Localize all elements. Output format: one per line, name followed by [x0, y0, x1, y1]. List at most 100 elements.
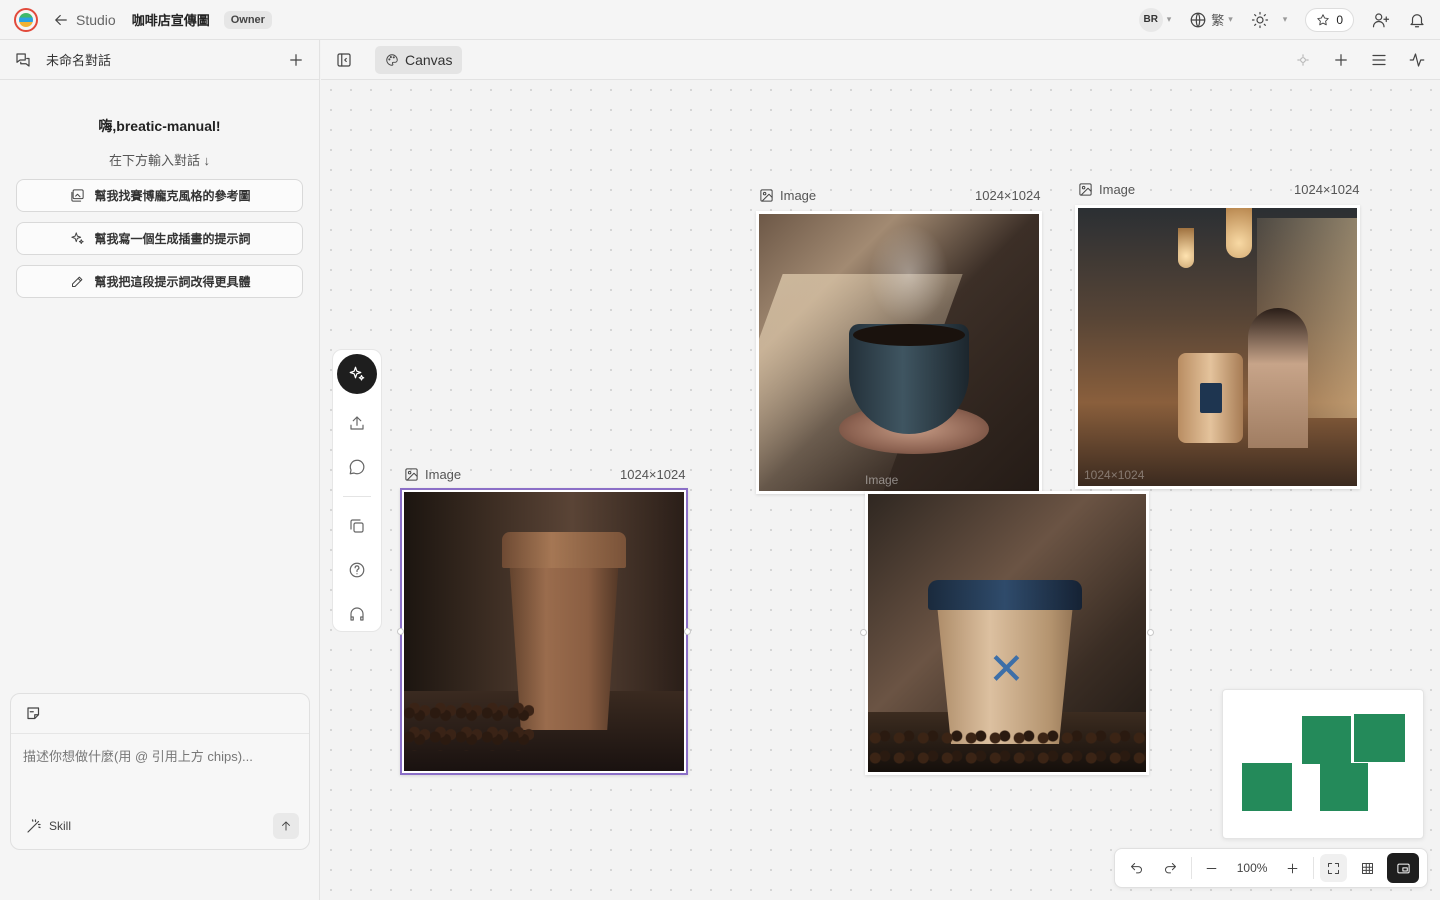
node-size: 1024×1024 — [620, 467, 686, 482]
palette-icon — [385, 53, 399, 67]
node-label-text: Image — [780, 188, 817, 203]
canvas-tool-rail — [332, 349, 382, 632]
cafe-interior-photo: 1024×1024 — [1078, 208, 1357, 486]
message-composer: 描述你想做什麼(用 @ 引用上方 chips)... Skill — [10, 693, 310, 850]
composer-toolbar — [11, 694, 309, 734]
plus-icon[interactable] — [1332, 51, 1350, 69]
sparkles-icon — [342, 359, 372, 389]
grid-toggle-button[interactable] — [1353, 854, 1381, 882]
star-icon — [1316, 13, 1330, 27]
redo-button[interactable] — [1157, 854, 1185, 882]
image-node-paper-cup[interactable] — [400, 488, 688, 775]
zoom-in-button[interactable] — [1279, 854, 1307, 882]
pencil-icon — [68, 273, 86, 291]
arrow-left-icon — [52, 11, 70, 29]
image-icon — [404, 467, 419, 482]
sun-icon — [1251, 11, 1269, 29]
globe-icon — [1189, 11, 1207, 29]
fit-view-button[interactable] — [1319, 854, 1348, 882]
arrow-up-icon — [277, 817, 295, 835]
conversations-icon[interactable] — [14, 51, 32, 69]
suggestion-chip[interactable]: 幫我找賽博龐克風格的參考圖 — [16, 179, 303, 212]
image-search-icon — [68, 187, 86, 205]
minimap-node — [1354, 714, 1405, 762]
greeting: 嗨,breatic-manual! — [98, 118, 221, 134]
greeting-sub: 在下方輸入對話 ↓ — [108, 153, 211, 168]
comment-icon[interactable] — [342, 452, 372, 482]
photo-watermark: Image — [865, 473, 899, 487]
skill-button[interactable]: Skill — [25, 817, 71, 835]
canvas-header: Canvas — [321, 40, 1440, 80]
tab-label: Canvas — [405, 51, 453, 68]
theme-menu[interactable]: ▾ — [1251, 11, 1288, 29]
resize-handle[interactable] — [684, 628, 691, 635]
chat-header: 未命名對話 — [0, 40, 319, 80]
sidebar-toggle-icon[interactable] — [335, 51, 353, 69]
back-to-studio-link[interactable]: Studio — [52, 11, 116, 29]
undo-icon — [1128, 859, 1146, 877]
conversation-title[interactable]: 未命名對話 — [46, 50, 111, 69]
star-button[interactable]: 0 — [1305, 7, 1354, 32]
resize-handle[interactable] — [860, 629, 867, 636]
menu-icon[interactable] — [1370, 51, 1388, 69]
back-label: Studio — [76, 11, 116, 28]
node-label: Image — [1078, 182, 1135, 197]
suggestion-chip[interactable]: 幫我寫一個生成插畫的提示詞 — [16, 222, 303, 255]
image-node-blue-cup[interactable]: Image — [756, 211, 1042, 494]
redo-icon — [1162, 859, 1180, 877]
chevron-down-icon: ▾ — [1282, 14, 1288, 24]
send-button[interactable] — [273, 813, 299, 839]
sparkles-icon — [68, 230, 86, 248]
upload-icon[interactable] — [342, 408, 372, 438]
locate-icon[interactable] — [1294, 51, 1312, 69]
headphones-icon[interactable] — [342, 599, 372, 629]
bell-icon[interactable] — [1408, 11, 1426, 29]
help-icon[interactable] — [342, 555, 372, 585]
plus-icon[interactable] — [287, 51, 305, 69]
suggestion-label: 幫我把這段提示詞改得更具體 — [94, 275, 251, 289]
node-label: Image — [759, 188, 816, 203]
project-name[interactable]: 咖啡店宣傳圖 — [132, 10, 210, 29]
plus-icon — [1284, 859, 1302, 877]
chevron-down-icon: ▾ — [1166, 14, 1172, 24]
ai-generate-tool[interactable] — [337, 354, 377, 394]
chat-panel: 未命名對話 嗨,breatic-manual! 在下方輸入對話 ↓ 幫我找賽博龐… — [0, 40, 320, 900]
node-label: Image — [404, 467, 461, 482]
photo-watermark: 1024×1024 — [1084, 468, 1145, 482]
blue-cup-photo: Image — [759, 214, 1039, 491]
undo-button[interactable] — [1123, 854, 1151, 882]
image-node-blue-lid-cup[interactable]: ✕ — [865, 491, 1149, 775]
copy-icon[interactable] — [342, 511, 372, 541]
minimap-icon — [1394, 859, 1412, 877]
message-input[interactable]: 描述你想做什麼(用 @ 引用上方 chips)... — [11, 734, 309, 777]
minimap-node — [1242, 763, 1292, 811]
resize-handle[interactable] — [397, 628, 404, 635]
role-badge: Owner — [223, 10, 272, 29]
star-count: 0 — [1336, 12, 1343, 27]
zoom-out-button[interactable] — [1198, 854, 1226, 882]
node-label-text: Image — [425, 467, 462, 482]
zoom-level[interactable]: 100% — [1231, 861, 1273, 875]
image-node-cafe-interior[interactable]: 1024×1024 — [1075, 205, 1360, 489]
grid-icon — [1358, 859, 1376, 877]
divider — [1190, 857, 1192, 879]
activity-icon[interactable] — [1408, 51, 1426, 69]
minimap[interactable] — [1222, 689, 1424, 839]
minimap-node — [1320, 763, 1368, 811]
minimap-toggle-button[interactable] — [1387, 853, 1419, 883]
attach-note-icon[interactable] — [25, 705, 43, 723]
image-icon — [759, 188, 774, 203]
divider — [1312, 857, 1314, 879]
language-menu[interactable]: 繁 ▾ — [1189, 10, 1233, 29]
magic-wand-icon — [25, 817, 43, 835]
zoom-toolbar: 100% — [1114, 848, 1428, 888]
node-label-text: Image — [1099, 182, 1136, 197]
suggestion-chip[interactable]: 幫我把這段提示詞改得更具體 — [16, 265, 303, 298]
resize-handle[interactable] — [1147, 629, 1154, 636]
skill-label: Skill — [49, 819, 72, 833]
tab-canvas[interactable]: Canvas — [375, 45, 463, 74]
add-user-icon[interactable] — [1372, 11, 1390, 29]
account-menu[interactable]: BR ▾ — [1138, 7, 1172, 32]
app-logo[interactable] — [14, 7, 38, 32]
blue-lid-cup-photo: ✕ — [868, 494, 1146, 772]
